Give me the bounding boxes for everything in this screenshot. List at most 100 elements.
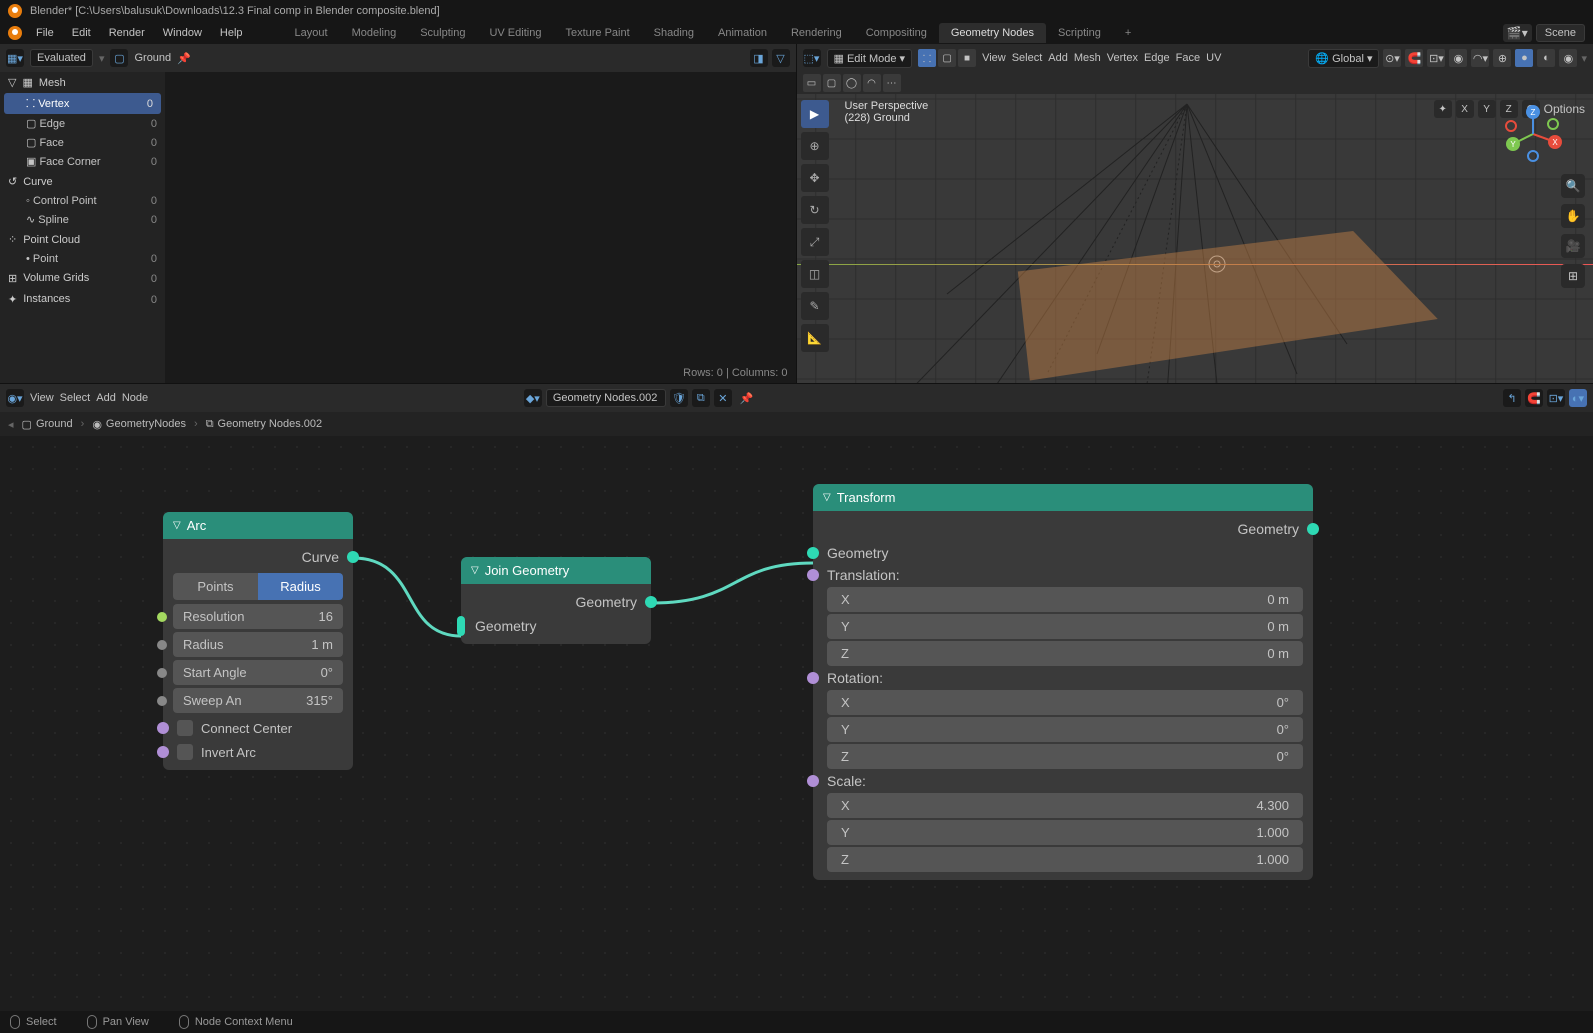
tool-measure-icon[interactable]: 📐 [801, 324, 829, 352]
domain-spline[interactable]: ∿ Spline0 [0, 210, 165, 229]
tab-compositing[interactable]: Compositing [854, 23, 939, 43]
translation-x[interactable]: X0 m [827, 587, 1303, 612]
node-canvas[interactable]: ▽Arc Curve Points Radius Resolution16 Ra… [0, 436, 1593, 1011]
viewport-menu-select[interactable]: Select [1012, 52, 1043, 64]
radius-socket[interactable] [157, 640, 167, 650]
domain-vertex[interactable]: ⸬ Vertex0 [4, 93, 161, 114]
start-angle-socket[interactable] [157, 668, 167, 678]
mesh-section[interactable]: ▽ ▦ Mesh [0, 72, 165, 93]
crumb-modifier[interactable]: ◉ GeometryNodes [92, 418, 186, 431]
app-icon[interactable] [8, 26, 22, 40]
filter-icon[interactable]: ▽ [772, 49, 790, 67]
add-workspace-icon[interactable]: + [1113, 23, 1143, 43]
tool-cursor-icon[interactable]: ⊕ [801, 132, 829, 160]
curve-section[interactable]: ↺ Curve [0, 171, 165, 192]
connect-center-socket[interactable] [157, 722, 169, 734]
pin-icon[interactable]: 📌 [177, 52, 191, 65]
face-select-icon[interactable]: ■ [958, 49, 976, 67]
unlink-icon[interactable]: ✕ [714, 389, 732, 407]
domain-control-point[interactable]: ◦ Control Point0 [0, 192, 165, 210]
nodegroup-name[interactable]: Geometry Nodes.002 [546, 389, 666, 407]
rotation-z[interactable]: Z0° [827, 744, 1303, 769]
shading-matpreview-icon[interactable]: ◐ [1537, 49, 1555, 67]
viewport-menu-add[interactable]: Add [1048, 52, 1068, 64]
menu-render[interactable]: Render [101, 25, 153, 41]
scale-y[interactable]: Y1.000 [827, 820, 1303, 845]
snap-icon[interactable]: 🧲 [1405, 49, 1423, 67]
tab-rendering[interactable]: Rendering [779, 23, 854, 43]
nodegroup-browse-icon[interactable]: ◆▾ [524, 389, 542, 407]
camera-icon[interactable]: 🎥 [1561, 234, 1585, 258]
tool-transform-icon[interactable]: ◫ [801, 260, 829, 288]
prop-edit-icon[interactable]: ◉ [1449, 49, 1467, 67]
arc-radius-field[interactable]: Radius1 m [173, 632, 343, 657]
tab-shading[interactable]: Shading [642, 23, 706, 43]
tab-scripting[interactable]: Scripting [1046, 23, 1113, 43]
tab-geometry-nodes[interactable]: Geometry Nodes [939, 23, 1046, 43]
orientation-dropdown[interactable]: 🌐 Global ▾ [1308, 49, 1379, 68]
overlay-icon[interactable]: ◐▾ [1569, 389, 1587, 407]
tab-modeling[interactable]: Modeling [340, 23, 409, 43]
prop-falloff-icon[interactable]: ◠▾ [1471, 49, 1489, 67]
viewport-menu-mesh[interactable]: Mesh [1074, 52, 1101, 64]
rotation-y[interactable]: Y0° [827, 717, 1303, 742]
arc-connect-center[interactable]: Connect Center [163, 716, 353, 740]
select-lasso-icon[interactable]: ◠ [863, 74, 881, 92]
ne-menu-add[interactable]: Add [96, 392, 116, 404]
select-circle-icon[interactable]: ◯ [843, 74, 861, 92]
translation-z[interactable]: Z0 m [827, 641, 1303, 666]
instances-row[interactable]: ✦ Instances0 [0, 289, 165, 310]
node-arc-header[interactable]: ▽Arc [163, 512, 353, 539]
node-join-geometry[interactable]: ▽Join Geometry Geometry Geometry [461, 557, 651, 644]
node-arc[interactable]: ▽Arc Curve Points Radius Resolution16 Ra… [163, 512, 353, 770]
editor-type-icon[interactable]: ▦▾ [6, 49, 24, 67]
invert-arc-socket[interactable] [157, 746, 169, 758]
menu-edit[interactable]: Edit [64, 25, 99, 41]
tab-uv-editing[interactable]: UV Editing [477, 23, 553, 43]
shading-solid-icon[interactable]: ● [1515, 49, 1533, 67]
select-box-icon[interactable]: ▢ [823, 74, 841, 92]
viewport-menu-vertex[interactable]: Vertex [1107, 52, 1138, 64]
axis-y-btn[interactable]: Y [1478, 100, 1496, 118]
viewport-menu-edge[interactable]: Edge [1144, 52, 1170, 64]
rotation-socket[interactable] [807, 672, 819, 684]
node-transform-header[interactable]: ▽Transform [813, 484, 1313, 511]
pin-icon[interactable]: 📌 [736, 392, 758, 405]
arc-output-curve[interactable]: Curve [163, 545, 353, 569]
parent-group-icon[interactable]: ↰ [1503, 389, 1521, 407]
arc-mode-toggle[interactable]: Points Radius [173, 573, 343, 600]
vertex-select-icon[interactable]: ⸬ [918, 49, 936, 67]
ne-menu-view[interactable]: View [30, 392, 54, 404]
ground-plane-mesh[interactable] [1017, 231, 1437, 380]
join-input-geometry[interactable]: Geometry [461, 614, 651, 638]
transform-input-geometry[interactable]: Geometry [813, 541, 1313, 565]
tool-annotate-icon[interactable]: ✎ [801, 292, 829, 320]
viewport-menu-face[interactable]: Face [1176, 52, 1200, 64]
select-more-icon[interactable]: ⋯ [883, 74, 901, 92]
editor-type-icon[interactable]: ◉▾ [6, 389, 24, 407]
tool-select-box-icon[interactable]: ▶ [801, 100, 829, 128]
viewport-menu-view[interactable]: View [982, 52, 1006, 64]
shading-rendered-icon[interactable]: ◉ [1559, 49, 1577, 67]
rotation-x[interactable]: X0° [827, 690, 1303, 715]
zoom-icon[interactable]: 🔍 [1561, 174, 1585, 198]
node-transform[interactable]: ▽Transform Geometry Geometry Translation… [813, 484, 1313, 880]
translation-y[interactable]: Y0 m [827, 614, 1303, 639]
pointcloud-section[interactable]: ⁘ Point Cloud [0, 229, 165, 250]
arc-mode-points[interactable]: Points [173, 573, 258, 600]
axis-x-btn[interactable]: X [1456, 100, 1474, 118]
tool-scale-icon[interactable]: ⤢ [801, 228, 829, 256]
pivot-icon[interactable]: ⊙▾ [1383, 49, 1401, 67]
viewport-menu-uv[interactable]: UV [1206, 52, 1221, 64]
menu-window[interactable]: Window [155, 25, 210, 41]
domain-face-corner[interactable]: ▣ Face Corner0 [0, 152, 165, 171]
tool-move-icon[interactable]: ✥ [801, 164, 829, 192]
viewport-canvas[interactable] [797, 94, 1593, 383]
snap-mode-icon[interactable]: ⊡▾ [1547, 389, 1565, 407]
fake-user-icon[interactable]: 🛡 [670, 389, 688, 407]
scene-name[interactable]: Scene [1536, 24, 1585, 42]
toggle-sidebar-icon[interactable]: ◨ [750, 49, 768, 67]
join-output-geometry[interactable]: Geometry [461, 590, 651, 614]
pan-icon[interactable]: ✋ [1561, 204, 1585, 228]
resolution-socket[interactable] [157, 612, 167, 622]
